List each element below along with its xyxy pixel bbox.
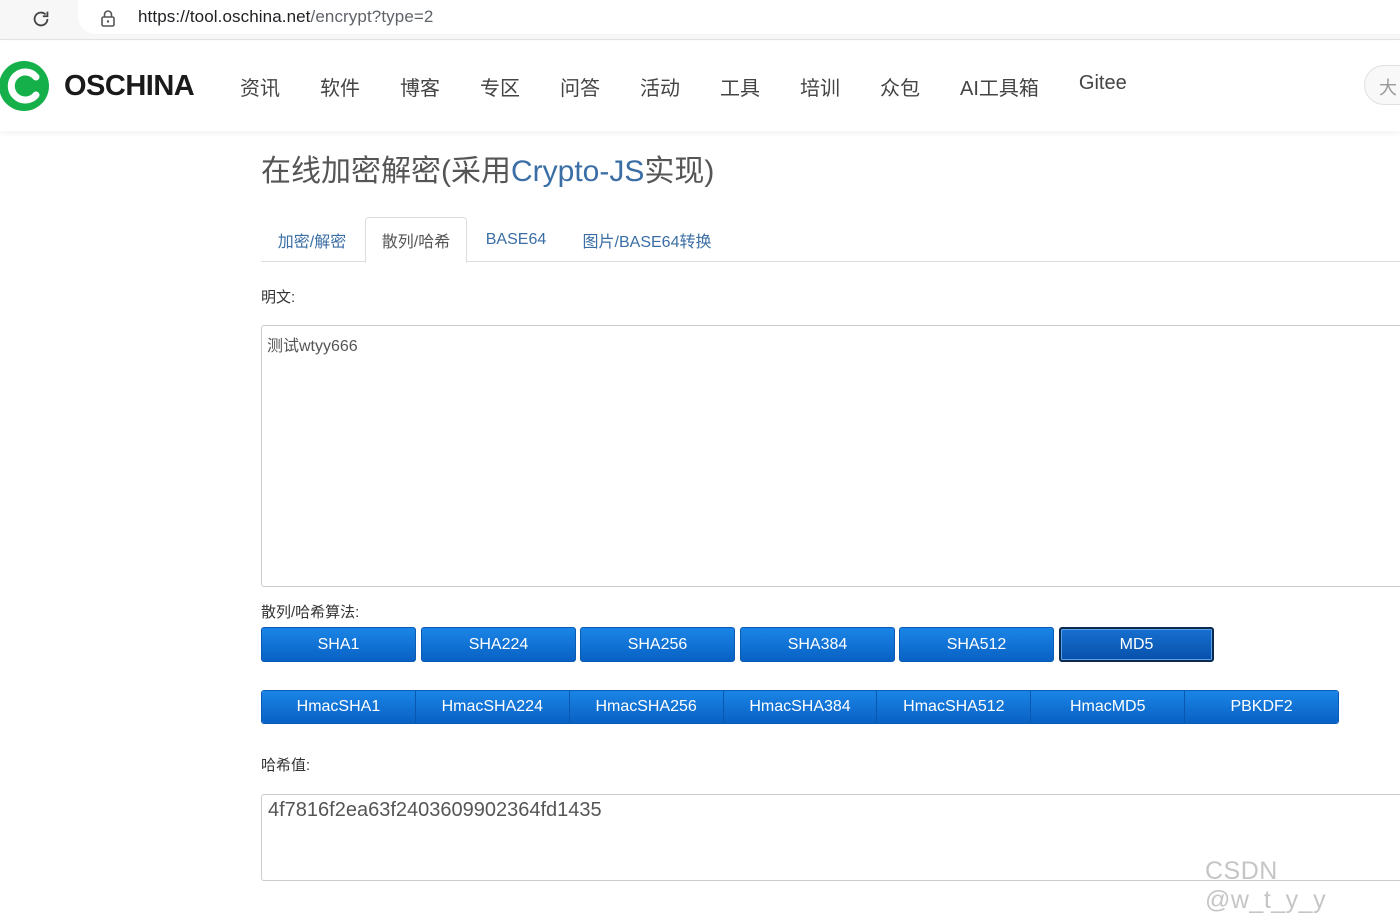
lock-icon[interactable] (100, 9, 116, 32)
sha512-button[interactable]: SHA512 (899, 627, 1054, 662)
hmac-sha1-button[interactable]: HmacSHA1 (262, 691, 416, 723)
sha1-button[interactable]: SHA1 (261, 627, 416, 662)
search-placeholder: 大 (1379, 78, 1397, 98)
nav-item-zone[interactable]: 专区 (480, 72, 520, 101)
nav-item-news[interactable]: 资讯 (240, 72, 280, 101)
tool-tabs: 加密/解密 散列/哈希 BASE64 图片/BASE64转换 (261, 217, 1400, 263)
url-text: https://tool.oschina.net/encrypt?type=2 (138, 7, 433, 27)
hmac-button-group: HmacSHA1 HmacSHA224 HmacSHA256 HmacSHA38… (261, 690, 1339, 724)
tab-image-base64[interactable]: 图片/BASE64转换 (567, 217, 727, 262)
hmac-sha384-button[interactable]: HmacSHA384 (723, 691, 878, 723)
header-search-input[interactable]: 大 (1364, 65, 1400, 105)
url-host: https://tool.oschina.net (138, 7, 311, 26)
sha384-button[interactable]: SHA384 (740, 627, 895, 662)
pbkdf2-button[interactable]: PBKDF2 (1185, 691, 1338, 723)
hash-result-label: 哈希值: (261, 757, 311, 774)
hmac-sha224-button[interactable]: HmacSHA224 (415, 691, 570, 723)
plaintext-label: 明文: (261, 289, 296, 306)
tab-hash[interactable]: 散列/哈希 (365, 217, 467, 263)
nav-item-events[interactable]: 活动 (640, 72, 680, 101)
algorithm-label: 散列/哈希算法: (261, 604, 360, 621)
tab-base64[interactable]: BASE64 (471, 217, 561, 262)
page-title: 在线加密解密(采用Crypto-JS实现) (261, 146, 714, 190)
md5-button[interactable]: MD5 (1059, 627, 1214, 662)
csdn-watermark: CSDN @w_t_y_y (1205, 857, 1327, 914)
hmac-md5-button[interactable]: HmacMD5 (1031, 691, 1186, 723)
nav-item-gitee[interactable]: Gitee (1079, 72, 1127, 101)
brand-name[interactable]: OSCHINA (64, 70, 195, 103)
reload-icon[interactable] (26, 4, 56, 34)
sha256-button[interactable]: SHA256 (580, 627, 735, 662)
title-prefix: 在线加密解密(采用 (261, 155, 511, 188)
nav-item-crowdsourcing[interactable]: 众包 (880, 72, 920, 101)
title-highlight: Crypto-JS (511, 155, 645, 188)
main-nav: 资讯 软件 博客 专区 问答 活动 工具 培训 众包 AI工具箱 Gitee (240, 72, 1167, 101)
plaintext-input[interactable]: 测试wtyy666 (261, 325, 1400, 587)
sha224-button[interactable]: SHA224 (421, 627, 576, 662)
tab-encrypt-decrypt[interactable]: 加密/解密 (261, 217, 363, 262)
title-suffix: 实现) (644, 155, 715, 188)
nav-item-tools[interactable]: 工具 (720, 72, 760, 101)
nav-item-training[interactable]: 培训 (800, 72, 840, 101)
site-header: OSCHINA 资讯 软件 博客 专区 问答 活动 工具 培训 众包 AI工具箱… (0, 41, 1400, 131)
nav-item-ai-tools[interactable]: AI工具箱 (960, 72, 1039, 101)
browser-toolbar: https://tool.oschina.net/encrypt?type=2 (0, 0, 1400, 40)
oschina-logo[interactable] (0, 58, 52, 114)
nav-item-software[interactable]: 软件 (320, 72, 360, 101)
nav-item-qa[interactable]: 问答 (560, 72, 600, 101)
address-bar[interactable]: https://tool.oschina.net/encrypt?type=2 (78, 0, 1400, 34)
url-path: /encrypt?type=2 (310, 7, 434, 26)
hmac-sha512-button[interactable]: HmacSHA512 (877, 691, 1032, 723)
hmac-sha256-button[interactable]: HmacSHA256 (569, 691, 724, 723)
nav-item-blog[interactable]: 博客 (400, 72, 440, 101)
